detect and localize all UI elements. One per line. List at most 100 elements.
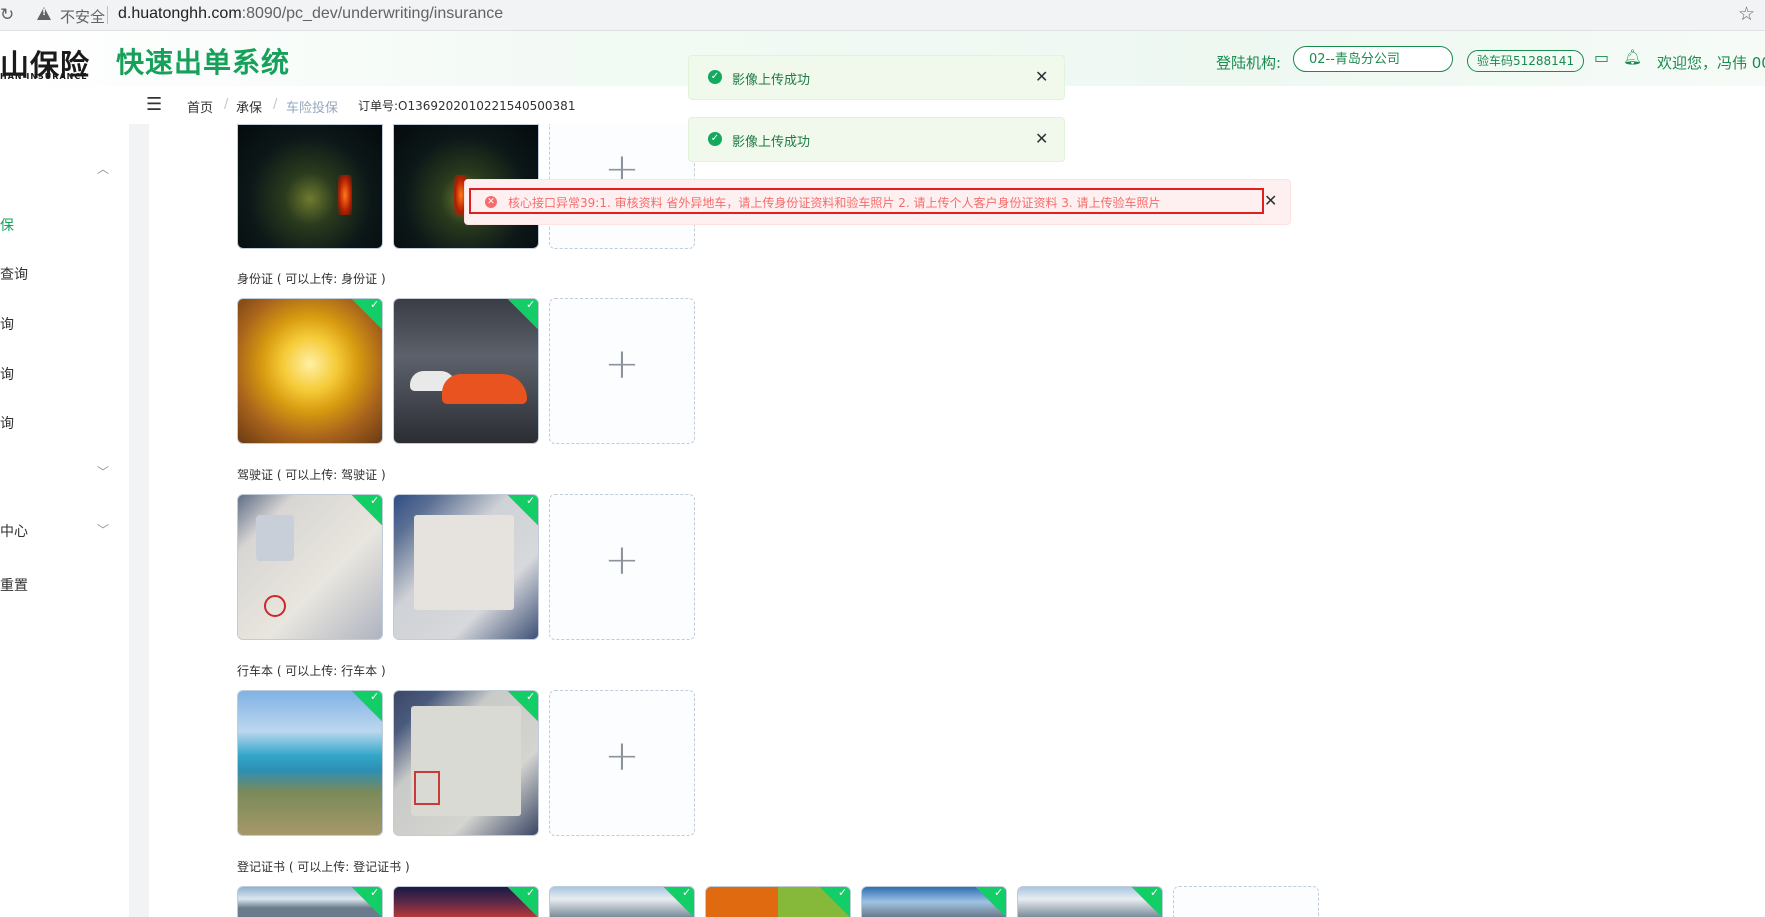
verify-code-badge[interactable]: 验车码51288141: [1467, 50, 1585, 72]
uploaded-image[interactable]: ✓: [393, 298, 539, 444]
uploaded-image[interactable]: ✓: [549, 886, 695, 917]
uploaded-image[interactable]: ✓: [237, 690, 383, 836]
check-icon: ✓: [370, 298, 380, 311]
section-label-id-card: 身份证 ( 可以上传: 身份证 ): [237, 272, 386, 286]
browser-address-bar: ↻ 不安全 d.huatonghh.com:8090/pc_dev/underw…: [0, 0, 1765, 31]
uploaded-image[interactable]: ✓: [393, 886, 539, 917]
sidebar-item-reset[interactable]: 重置: [0, 575, 28, 595]
chevron-up-icon[interactable]: ︿: [97, 160, 109, 177]
check-icon: ✓: [526, 494, 536, 507]
welcome-user[interactable]: 欢迎您，冯伟 00: [1657, 52, 1765, 73]
url-field[interactable]: d.huatonghh.com:8090/pc_dev/underwriting…: [118, 5, 503, 23]
system-title: 快速出单系统: [116, 46, 291, 79]
uploaded-image[interactable]: ✓: [705, 886, 851, 917]
bell-icon[interactable]: 🔔︎: [1623, 48, 1642, 66]
sidebar-item-query[interactable]: 查询: [0, 264, 28, 284]
success-notification: ✓ 影像上传成功 ✕: [688, 55, 1065, 100]
breadcrumb-separator: /: [224, 97, 229, 112]
check-icon: ✓: [526, 298, 536, 311]
image-detail: [338, 175, 352, 215]
reload-icon[interactable]: ↻: [0, 5, 14, 25]
section-label-registration: 登记证书 ( 可以上传: 登记证书 ): [237, 860, 410, 874]
sidebar-item-query-4[interactable]: 询: [0, 413, 14, 433]
error-notification: ✕ 核心接口异常39:1. 审核资料 省外异地车，请上传身份证资料和验车照片 2…: [464, 179, 1291, 225]
upload-add-button[interactable]: +: [549, 494, 695, 640]
uploaded-image[interactable]: ✓: [237, 298, 383, 444]
error-message: 核心接口异常39:1. 审核资料 省外异地车，请上传身份证资料和验车照片 2. …: [508, 196, 1161, 210]
breadcrumb-separator: /: [273, 97, 278, 112]
upload-success-badge: ✓: [350, 298, 382, 331]
section-label-vehicle-book: 行车本 ( 可以上传: 行车本 ): [237, 664, 386, 678]
check-icon: ✓: [682, 886, 692, 899]
menu-toggle-icon[interactable]: ☰: [146, 94, 162, 115]
uploaded-image[interactable]: ✓: [393, 494, 539, 640]
upload-success-badge: ✓: [818, 886, 850, 917]
sidebar-item-query-2[interactable]: 询: [0, 314, 14, 334]
image-detail: [256, 515, 294, 561]
security-label[interactable]: 不安全: [60, 6, 105, 27]
error-icon: ✕: [485, 196, 497, 208]
divider: [107, 6, 108, 24]
plus-icon: +: [604, 339, 640, 388]
breadcrumb-home[interactable]: 首页: [187, 97, 213, 116]
upload-success-badge: ✓: [350, 494, 382, 527]
uploaded-image[interactable]: [237, 124, 383, 249]
check-icon: ✓: [370, 886, 380, 899]
success-icon: ✓: [708, 70, 722, 84]
upload-success-badge: ✓: [506, 886, 538, 917]
upload-success-badge: ✓: [974, 886, 1006, 917]
chevron-down-icon[interactable]: ﹀: [97, 463, 109, 480]
image-detail: [264, 595, 286, 617]
check-icon: ✓: [838, 886, 848, 899]
chevron-down-icon[interactable]: ﹀: [97, 521, 109, 538]
uploaded-image[interactable]: ✓: [861, 886, 1007, 917]
upload-success-badge: ✓: [350, 886, 382, 917]
upload-success-badge: ✓: [1130, 886, 1162, 917]
upload-add-button[interactable]: +: [549, 690, 695, 836]
upload-success-badge: ✓: [350, 690, 382, 723]
plus-icon: +: [604, 731, 640, 780]
image-detail: [442, 374, 527, 404]
check-icon: ✓: [994, 886, 1004, 899]
notification-message: 影像上传成功: [732, 73, 811, 88]
check-icon: ✓: [370, 690, 380, 703]
breadcrumb-underwriting[interactable]: 承保: [236, 97, 262, 116]
notification-message: 影像上传成功: [732, 135, 811, 150]
image-detail: [414, 515, 514, 610]
close-icon[interactable]: ✕: [1264, 191, 1277, 210]
check-icon: ✓: [1150, 886, 1160, 899]
section-label-driver-license: 驾驶证 ( 可以上传: 驾驶证 ): [237, 468, 386, 482]
breadcrumb-current: 车险投保: [286, 101, 339, 116]
sidebar-item-query-3[interactable]: 询: [0, 364, 14, 384]
upload-add-button[interactable]: [1173, 886, 1319, 917]
warning-icon[interactable]: [37, 7, 51, 20]
upload-add-button[interactable]: +: [549, 298, 695, 444]
close-icon[interactable]: ✕: [1035, 129, 1048, 148]
url-host: d.huatonghh.com: [118, 5, 242, 22]
sidebar: ︿ 保 查询 询 询 询 ﹀ 中心 ﹀ 重置: [0, 124, 129, 917]
order-number: 订单号:O1369202010221540500381: [358, 99, 576, 113]
upload-success-badge: ✓: [662, 886, 694, 917]
check-icon: ✓: [526, 886, 536, 899]
check-icon: ✓: [526, 690, 536, 703]
message-icon[interactable]: ▭: [1594, 48, 1609, 67]
sidebar-item-insure[interactable]: 保: [0, 215, 14, 235]
sidebar-item-center[interactable]: 中心: [0, 521, 28, 541]
image-detail: [414, 771, 440, 805]
uploaded-image[interactable]: ✓: [393, 690, 539, 836]
sidebar-gutter: [129, 124, 149, 917]
close-icon[interactable]: ✕: [1035, 67, 1048, 86]
login-org-label: 登陆机构:: [1216, 54, 1282, 72]
uploaded-image[interactable]: ✓: [237, 494, 383, 640]
upload-success-badge: ✓: [506, 298, 538, 331]
uploaded-image[interactable]: ✓: [237, 886, 383, 917]
bookmark-star-icon[interactable]: ☆: [1738, 3, 1755, 25]
success-notification: ✓ 影像上传成功 ✕: [688, 117, 1065, 162]
success-icon: ✓: [708, 132, 722, 146]
uploaded-image[interactable]: ✓: [1017, 886, 1163, 917]
company-logo-en: HAN INSURANCE: [0, 72, 88, 81]
plus-icon: +: [604, 535, 640, 584]
check-icon: ✓: [370, 494, 380, 507]
org-select[interactable]: 02--青岛分公司: [1293, 46, 1453, 72]
url-path: :8090/pc_dev/underwriting/insurance: [241, 5, 504, 22]
